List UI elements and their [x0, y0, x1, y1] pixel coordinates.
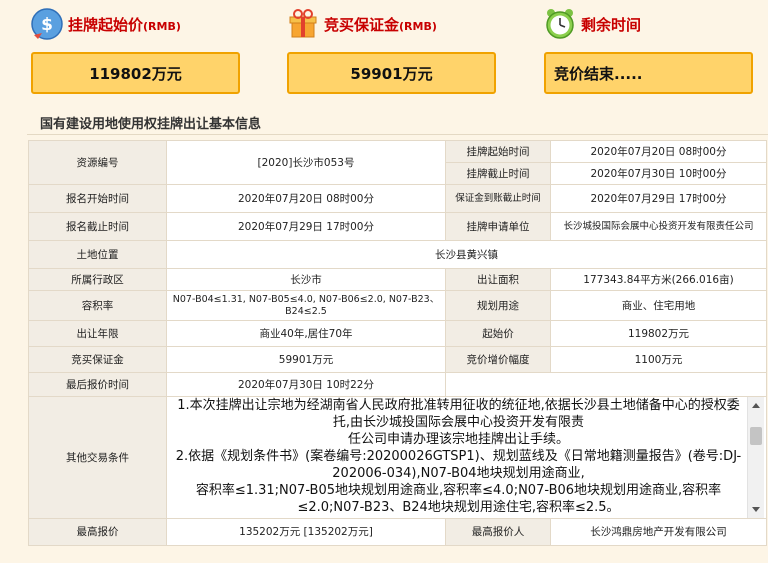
resource-no-value: [2020]长沙市053号 [166, 140, 446, 185]
last-bid-time-value: 2020年07月30日 10时22分 [166, 372, 446, 397]
start-price-label: 挂牌起始价(RMB) [68, 15, 181, 34]
deposit-value: 59901万元 [287, 52, 496, 94]
empty-cell [445, 372, 767, 397]
scroll-up-arrow-icon [752, 403, 760, 408]
table-row: 最高报价 135202万元 [135202万元] 最高报价人 长沙鸿鼎房地产开发… [28, 518, 767, 546]
terms-line: 容积率≤1.31;N07-B05地块规划用途商业,容积率≤4.0;N07-B06… [195, 483, 722, 515]
district-label: 所属行政区 [28, 268, 167, 291]
table-row: 竞买保证金 59901万元 竞价增价幅度 1100万元 [28, 346, 767, 373]
resource-no-label: 资源编号 [28, 140, 167, 185]
increment-value: 1100万元 [550, 346, 767, 373]
land-info-table: 资源编号 [2020]长沙市053号 挂牌起始时间 2020年07月20日 08… [28, 140, 767, 546]
increment-label: 竞价增价幅度 [445, 346, 551, 373]
deposit-deadline-value: 2020年07月29日 17时00分 [550, 184, 767, 213]
listing-start-value: 2020年07月20日 08时00分 [550, 140, 767, 163]
start-price-value: 119802万元 [31, 52, 240, 94]
scroll-down-arrow-icon [752, 507, 760, 512]
table-row: 容积率 N07-B04≤1.31, N07-B05≤4.0, N07-B06≤2… [28, 290, 767, 321]
remaining-time-label: 剩余时间 [581, 15, 642, 34]
applicant-label: 挂牌申请单位 [445, 212, 551, 241]
listing-end-label: 挂牌截止时间 [445, 162, 551, 185]
reg-start-label: 报名开始时间 [28, 184, 167, 213]
svg-text:$: $ [41, 15, 53, 35]
terms-label: 其他交易条件 [28, 396, 167, 519]
table-row: 资源编号 [2020]长沙市053号 挂牌起始时间 2020年07月20日 08… [28, 140, 767, 185]
term-label: 出让年限 [28, 320, 167, 347]
listing-end-value: 2020年07月30日 10时00分 [550, 162, 767, 185]
last-bid-time-label: 最后报价时间 [28, 372, 167, 397]
terms-line: 2.依据《规划条件书》(案卷编号:20200026GTSP1)、规划蓝线及《日常… [175, 449, 742, 481]
listing-start-label: 挂牌起始时间 [445, 140, 551, 163]
use-value: 商业、住宅用地 [550, 290, 767, 321]
term-value: 商业40年,居住70年 [166, 320, 446, 347]
clock-icon [546, 9, 574, 39]
highest-bid-label: 最高报价 [28, 518, 167, 546]
terms-line: 1.本次挂牌出让宗地为经湖南省人民政府批准转用征收的统征地,依据长沙县土地储备中… [177, 398, 740, 430]
highest-bidder-label: 最高报价人 [445, 518, 551, 546]
reg-end-label: 报名截止时间 [28, 212, 167, 241]
table-row: 出让年限 商业40年,居住70年 起始价 119802万元 [28, 320, 767, 347]
use-label: 规划用途 [445, 290, 551, 321]
highest-bid-value: 135202万元 [135202万元] [166, 518, 446, 546]
scroll-up-button[interactable] [748, 398, 764, 414]
deposit-row-value: 59901万元 [166, 346, 446, 373]
far-label: 容积率 [28, 290, 167, 321]
table-row: 所属行政区 长沙市 出让面积 177343.84平方米(266.016亩) [28, 268, 767, 291]
terms-scrollbar[interactable] [747, 397, 764, 518]
gift-icon [289, 9, 317, 38]
terms-text-area[interactable]: 1.本次挂牌出让宗地为经湖南省人民政府批准转用征收的统征地,依据长沙县土地储备中… [171, 398, 746, 518]
table-row: 其他交易条件 1.本次挂牌出让宗地为经湖南省人民政府批准转用征收的统征地,依据长… [28, 396, 767, 519]
location-label: 土地位置 [28, 240, 167, 269]
start-price-row-value: 119802万元 [550, 320, 767, 347]
deposit-label: 竞买保证金(RMB) [324, 15, 437, 34]
district-value: 长沙市 [166, 268, 446, 291]
far-value: N07-B04≤1.31, N07-B05≤4.0, N07-B06≤2.0, … [166, 290, 446, 321]
applicant-value: 长沙城投国际会展中心投资开发有限责任公司 [550, 212, 767, 241]
table-row: 最后报价时间 2020年07月30日 10时22分 [28, 372, 767, 397]
area-value: 177343.84平方米(266.016亩) [550, 268, 767, 291]
scroll-down-button[interactable] [748, 502, 764, 518]
section-title: 国有建设用地使用权挂牌出让基本信息 [40, 117, 262, 132]
start-price-row-label: 起始价 [445, 320, 551, 347]
remaining-time-header: 剩余时间 [543, 6, 641, 42]
table-row: 报名开始时间 2020年07月20日 08时00分 保证金到账截止时间 2020… [28, 184, 767, 213]
location-value: 长沙县黄兴镇 [166, 240, 767, 269]
terms-line: 任公司申请办理该宗地挂牌出让手续。 [347, 432, 569, 447]
section-divider [27, 134, 768, 135]
highest-bidder-value: 长沙鸿鼎房地产开发有限公司 [550, 518, 767, 546]
start-price-header: $ 挂牌起始价(RMB) [30, 6, 181, 42]
scroll-thumb[interactable] [750, 427, 762, 445]
price-tag-icon: $ [31, 8, 63, 40]
table-row: 报名截止时间 2020年07月29日 17时00分 挂牌申请单位 长沙城投国际会… [28, 212, 767, 241]
deposit-deadline-label: 保证金到账截止时间 [445, 184, 551, 213]
table-row: 土地位置 长沙县黄兴镇 [28, 240, 767, 269]
reg-start-value: 2020年07月20日 08时00分 [166, 184, 446, 213]
deposit-header: 竞买保证金(RMB) [286, 6, 437, 42]
reg-end-value: 2020年07月29日 17时00分 [166, 212, 446, 241]
area-label: 出让面积 [445, 268, 551, 291]
remaining-time-value: 竞价结束..... [544, 52, 753, 94]
deposit-row-label: 竞买保证金 [28, 346, 167, 373]
terms-cell: 1.本次挂牌出让宗地为经湖南省人民政府批准转用征收的统征地,依据长沙县土地储备中… [166, 396, 767, 519]
